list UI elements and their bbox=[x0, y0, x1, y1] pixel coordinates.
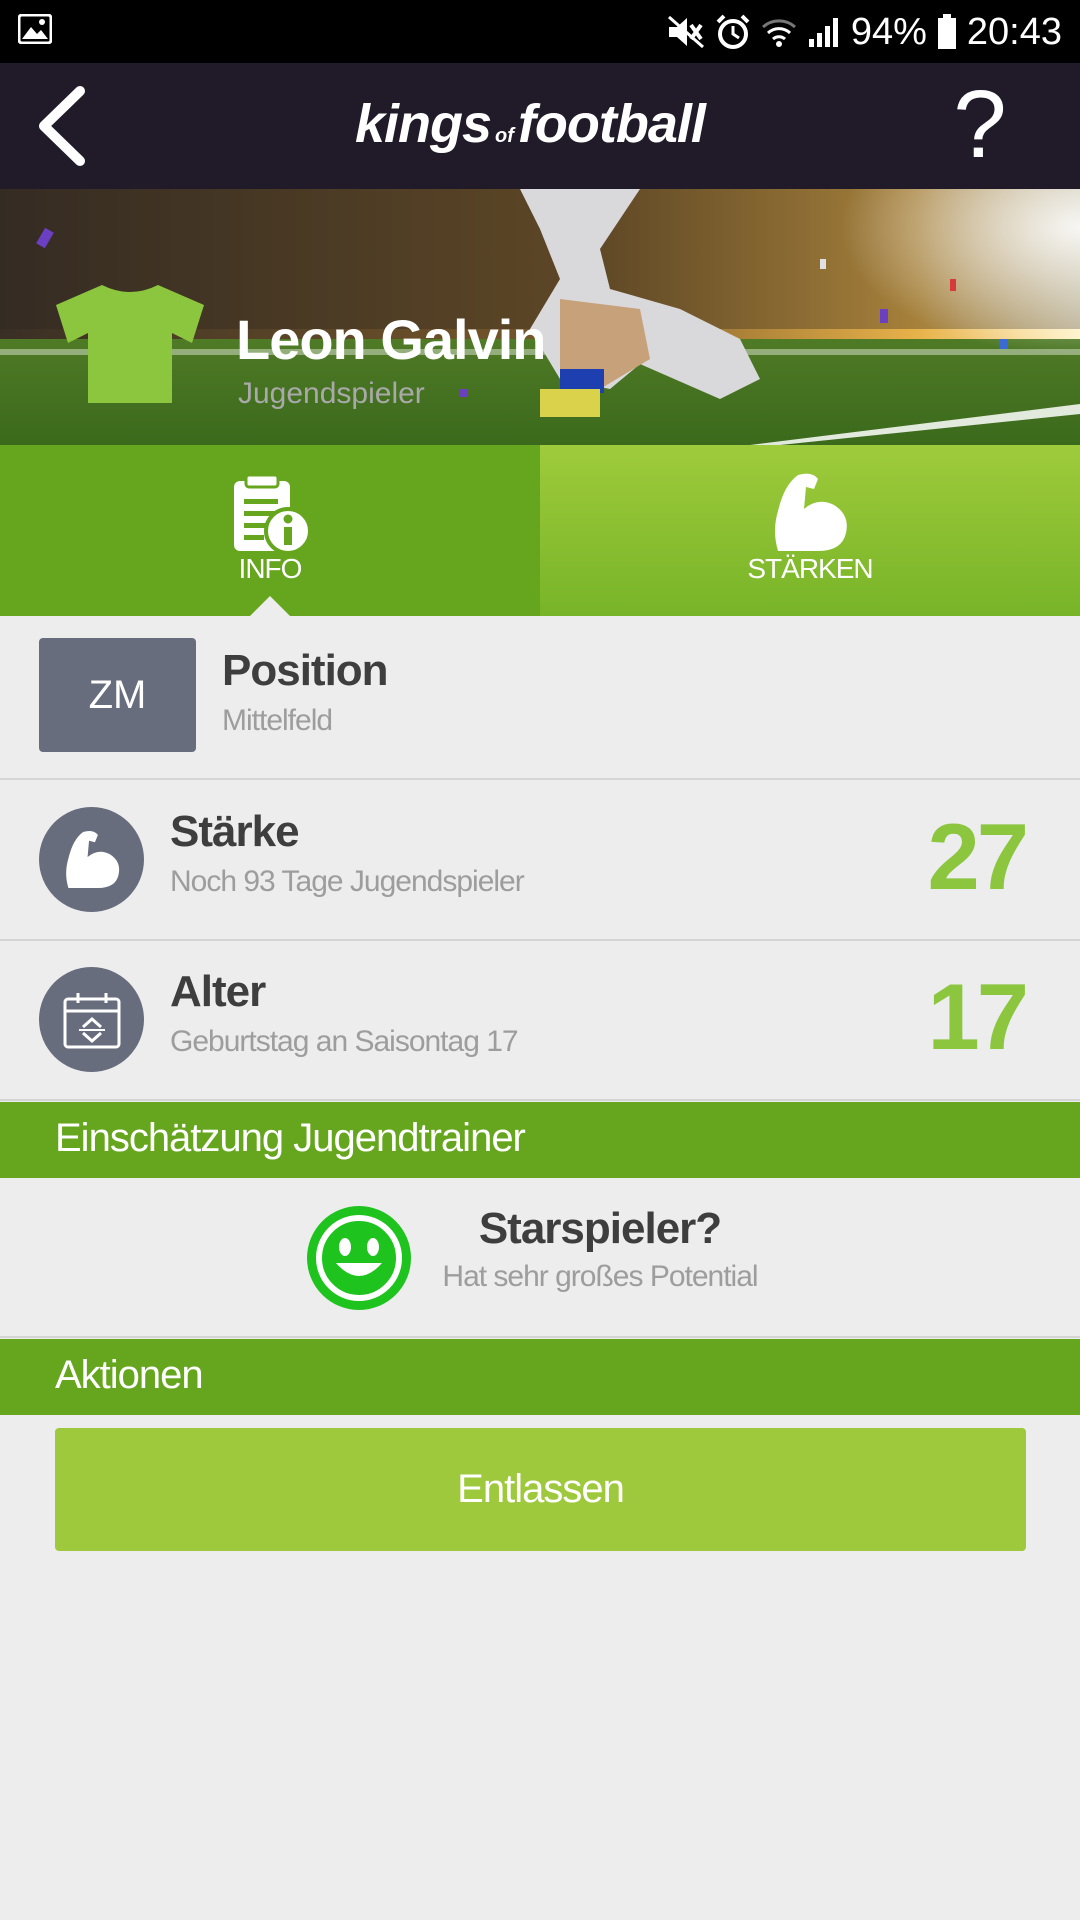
strength-row: Stärke Noch 93 Tage Jugendspieler 27 bbox=[0, 781, 1080, 941]
actions-section-header: Aktionen bbox=[0, 1339, 1080, 1415]
player-hero-banner: Leon Galvin Jugendspieler bbox=[0, 189, 1080, 445]
age-value: 17 bbox=[927, 964, 1029, 1069]
position-subtitle: Mittelfeld bbox=[222, 704, 333, 737]
strength-title: Stärke bbox=[170, 807, 300, 856]
age-subtitle: Geburtstag an Saisontag 17 bbox=[170, 1025, 519, 1058]
trainer-assessment-subtitle: Hat sehr großes Potential bbox=[442, 1260, 758, 1293]
tab-staerken[interactable]: STÄRKEN bbox=[540, 445, 1080, 616]
tab-info[interactable]: INFO bbox=[0, 445, 540, 616]
battery-icon bbox=[937, 14, 956, 49]
back-arrow-icon[interactable] bbox=[30, 83, 100, 169]
active-tab-indicator bbox=[250, 596, 290, 616]
position-title: Position bbox=[222, 646, 389, 695]
app-logo: kings offootball bbox=[355, 94, 706, 154]
strength-icon-circle bbox=[39, 807, 144, 912]
mute-icon bbox=[667, 15, 704, 49]
jersey-icon bbox=[56, 285, 204, 403]
calendar-icon bbox=[63, 993, 121, 1049]
trainer-assessment-title: Starspieler? bbox=[478, 1204, 722, 1253]
age-icon-circle bbox=[39, 967, 144, 1072]
trainer-section-header: Einschätzung Jugendtrainer bbox=[0, 1102, 1080, 1178]
tab-bar: INFO STÄRKEN bbox=[0, 445, 1080, 616]
biceps-icon bbox=[775, 473, 847, 551]
age-row: Alter Geburtstag an Saisontag 17 17 bbox=[0, 941, 1080, 1101]
actions-section-label: Aktionen bbox=[55, 1353, 204, 1397]
tab-staerken-label: STÄRKEN bbox=[747, 553, 873, 584]
position-badge: ZM bbox=[39, 638, 196, 752]
biceps-icon bbox=[66, 830, 120, 889]
alarm-icon bbox=[716, 14, 750, 49]
app-header: kings offootball ? bbox=[0, 63, 1080, 189]
wifi-icon bbox=[761, 19, 796, 47]
strength-value: 27 bbox=[927, 804, 1029, 909]
document-info-icon bbox=[234, 473, 312, 555]
tab-info-label: INFO bbox=[238, 553, 303, 584]
trainer-section-label: Einschätzung Jugendtrainer bbox=[55, 1116, 526, 1160]
image-icon bbox=[18, 14, 52, 44]
dismiss-player-button[interactable]: Entlassen bbox=[55, 1428, 1026, 1551]
strength-subtitle: Noch 93 Tage Jugendspieler bbox=[170, 865, 525, 898]
battery-percent: 94% bbox=[850, 10, 927, 53]
player-role: Jugendspieler bbox=[238, 377, 425, 410]
signal-icon bbox=[808, 18, 838, 47]
age-title: Alter bbox=[170, 967, 266, 1016]
help-button[interactable]: ? bbox=[950, 77, 1010, 173]
trainer-assessment-row: Starspieler? Hat sehr großes Potential bbox=[0, 1178, 1080, 1338]
clock: 20:43 bbox=[966, 10, 1062, 53]
position-row: ZM Position Mittelfeld bbox=[0, 616, 1080, 780]
player-name: Leon Galvin bbox=[236, 308, 546, 371]
status-bar: 94% 20:43 bbox=[0, 0, 1080, 63]
